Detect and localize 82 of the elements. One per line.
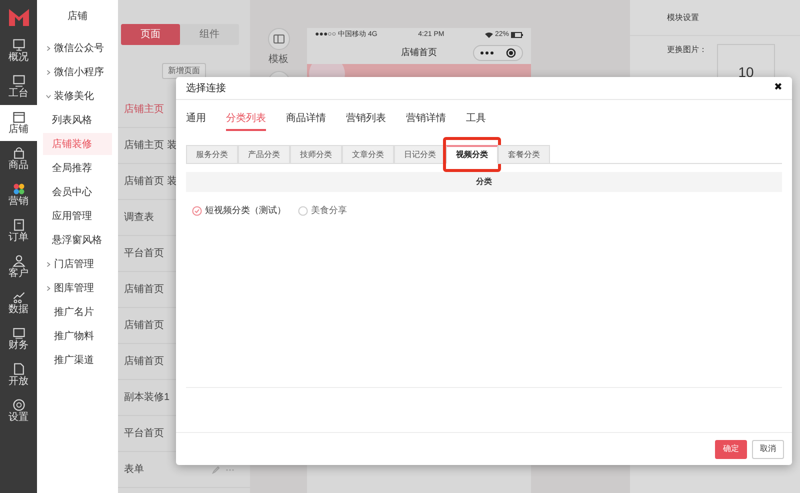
page-item[interactable]: 店铺首页 bbox=[124, 282, 164, 297]
panel-tab[interactable]: 页面 bbox=[121, 24, 180, 45]
battery-icon bbox=[511, 32, 523, 38]
rail-item[interactable]: 商品 bbox=[0, 141, 37, 177]
dialog-tab[interactable]: 工具 bbox=[466, 108, 486, 131]
nav-item[interactable]: 推广物料 bbox=[54, 328, 94, 344]
nav-item[interactable]: 悬浮窗风格 bbox=[43, 229, 112, 251]
nav-item[interactable]: 推广名片 bbox=[54, 304, 94, 320]
nav-item[interactable]: 推广渠道 bbox=[54, 352, 94, 368]
clipboard-icon bbox=[12, 218, 26, 232]
radio-option[interactable]: 美食分享 bbox=[298, 204, 347, 218]
page-item[interactable]: 平台首页 bbox=[124, 426, 164, 441]
dialog-tab[interactable]: 商品详情 bbox=[286, 108, 326, 131]
sub-tab[interactable]: 日记分类 bbox=[394, 145, 446, 164]
close-button[interactable]: ✖ bbox=[774, 83, 782, 93]
rail-item[interactable]: 订单 bbox=[0, 213, 37, 249]
page-item[interactable]: 表单 bbox=[124, 462, 144, 477]
template-icon[interactable] bbox=[268, 28, 290, 50]
nav-item[interactable]: 全局推荐 bbox=[43, 157, 112, 179]
sub-tab[interactable]: 文章分类 bbox=[342, 145, 394, 164]
page-item[interactable]: 平台首页 bbox=[124, 246, 164, 261]
person-icon bbox=[12, 254, 26, 268]
rail-item[interactable]: 客户 bbox=[0, 249, 37, 285]
page-item[interactable]: 副本装修1 bbox=[124, 390, 170, 405]
monitor-icon bbox=[12, 38, 26, 52]
page-item[interactable]: 店铺首页 bbox=[124, 318, 164, 333]
page-item[interactable]: 店铺主页 装 bbox=[124, 138, 177, 153]
sub-tab[interactable]: 套餐分类 bbox=[498, 145, 550, 164]
image-text: 10 bbox=[738, 65, 754, 79]
rail-item[interactable]: 开放 bbox=[0, 357, 37, 393]
sub-tab[interactable]: 服务分类 bbox=[186, 145, 238, 164]
page-item[interactable]: 店铺首页 bbox=[124, 354, 164, 369]
page-item[interactable]: 调查表 bbox=[124, 210, 154, 225]
rail-item[interactable]: 数据 bbox=[0, 285, 37, 321]
target-icon bbox=[506, 48, 516, 58]
sub-tab[interactable]: 技师分类 bbox=[290, 145, 342, 164]
cancel-button[interactable]: 取消 bbox=[752, 440, 784, 458]
rail-item[interactable]: 概况 bbox=[0, 33, 37, 69]
column-header: 分类 bbox=[476, 176, 492, 188]
dots-icon bbox=[12, 182, 26, 196]
chart-icon bbox=[12, 290, 26, 304]
nav-item[interactable]: 应用管理 bbox=[43, 205, 112, 227]
panel-title: 模块设置 bbox=[667, 12, 699, 24]
page-item[interactable]: 店铺首页 装 bbox=[124, 174, 177, 189]
wifi-icon bbox=[484, 32, 493, 38]
dialog-tab[interactable]: 分类列表 bbox=[226, 108, 266, 131]
confirm-button[interactable]: 确定 bbox=[715, 440, 747, 458]
dialog-tab[interactable]: 营销详情 bbox=[406, 108, 446, 131]
rail-item[interactable]: 财务 bbox=[0, 321, 37, 357]
radio-icon bbox=[298, 206, 308, 216]
add-page-button[interactable]: 新增页面 bbox=[162, 63, 206, 79]
dialog-title: 选择连接 bbox=[186, 82, 226, 96]
nav-item[interactable]: 列表风格 bbox=[43, 109, 112, 131]
bag-icon bbox=[12, 146, 26, 160]
radio-option[interactable]: 短视频分类（测试） bbox=[192, 204, 286, 218]
rail-item[interactable]: 店铺 bbox=[0, 105, 37, 141]
nav-item[interactable]: 微信公众号 bbox=[54, 40, 104, 56]
template-label: 模板 bbox=[268, 52, 288, 67]
sub-tab[interactable]: 视频分类 bbox=[446, 145, 498, 164]
sub-tab[interactable]: 产品分类 bbox=[238, 145, 290, 164]
radio-icon bbox=[192, 206, 202, 216]
more-icon bbox=[480, 51, 494, 55]
rail-item[interactable]: 工台 bbox=[0, 69, 37, 105]
nav-item[interactable]: 图库管理 bbox=[54, 280, 94, 296]
nav-title: 店铺 bbox=[68, 10, 88, 24]
document-icon bbox=[12, 362, 26, 376]
nav-item[interactable]: 微信小程序 bbox=[54, 64, 104, 80]
rail-item[interactable]: 营销 bbox=[0, 177, 37, 213]
dialog-tab[interactable]: 营销列表 bbox=[346, 108, 386, 131]
nav-item[interactable]: 会员中心 bbox=[43, 181, 112, 203]
nav-item[interactable]: 门店管理 bbox=[54, 256, 94, 272]
screen-icon bbox=[12, 74, 26, 88]
logo-icon bbox=[8, 6, 30, 26]
dialog-tab[interactable]: 通用 bbox=[186, 108, 206, 131]
settings-icon bbox=[12, 398, 26, 412]
nav-item[interactable]: 装修美化 bbox=[54, 88, 94, 104]
panel-tab[interactable]: 组件 bbox=[180, 24, 239, 45]
rail-item[interactable]: 设置 bbox=[0, 393, 37, 429]
shop-icon bbox=[12, 110, 26, 124]
field-label: 更换图片： bbox=[667, 44, 707, 56]
page-title: 店铺首页 bbox=[401, 46, 437, 60]
capsule-menu[interactable] bbox=[473, 45, 523, 61]
